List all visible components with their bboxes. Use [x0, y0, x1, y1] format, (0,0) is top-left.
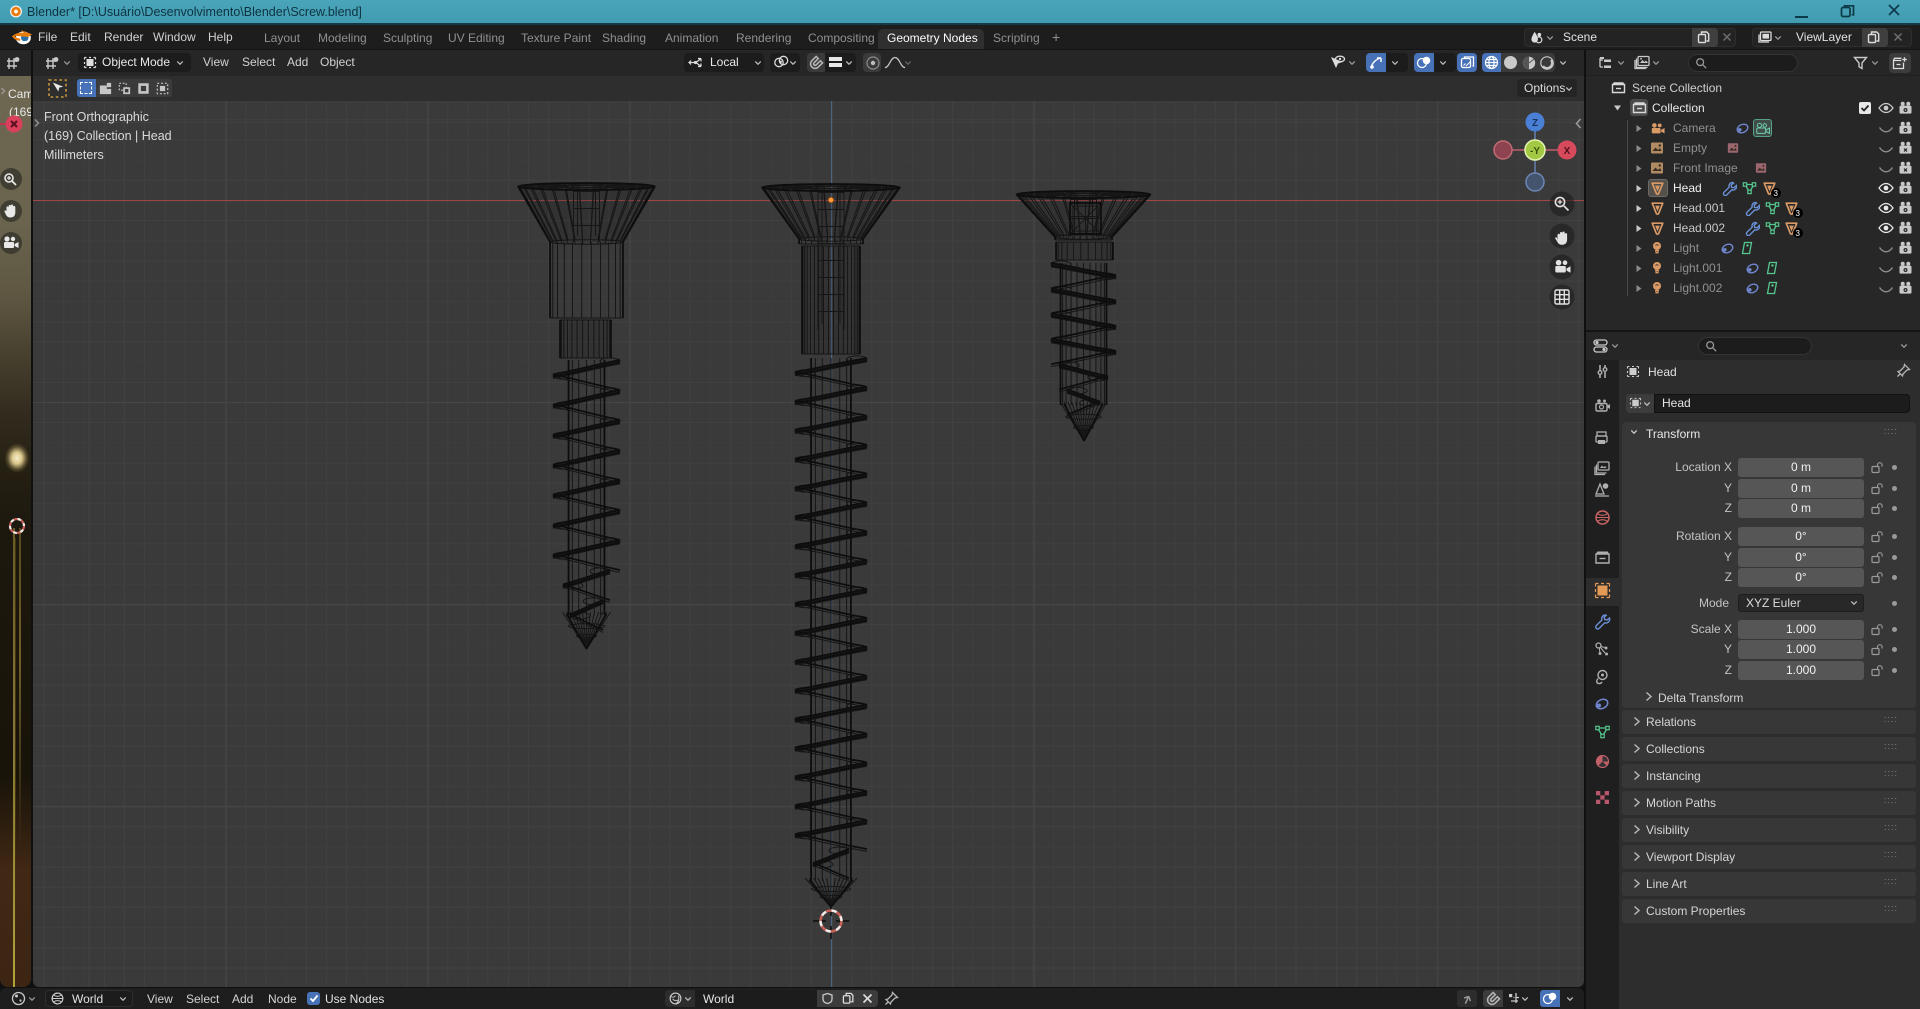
- svg-text:-Y: -Y: [1530, 146, 1540, 157]
- svg-text:Z: Z: [1532, 118, 1538, 129]
- svg-text:X: X: [1564, 146, 1571, 157]
